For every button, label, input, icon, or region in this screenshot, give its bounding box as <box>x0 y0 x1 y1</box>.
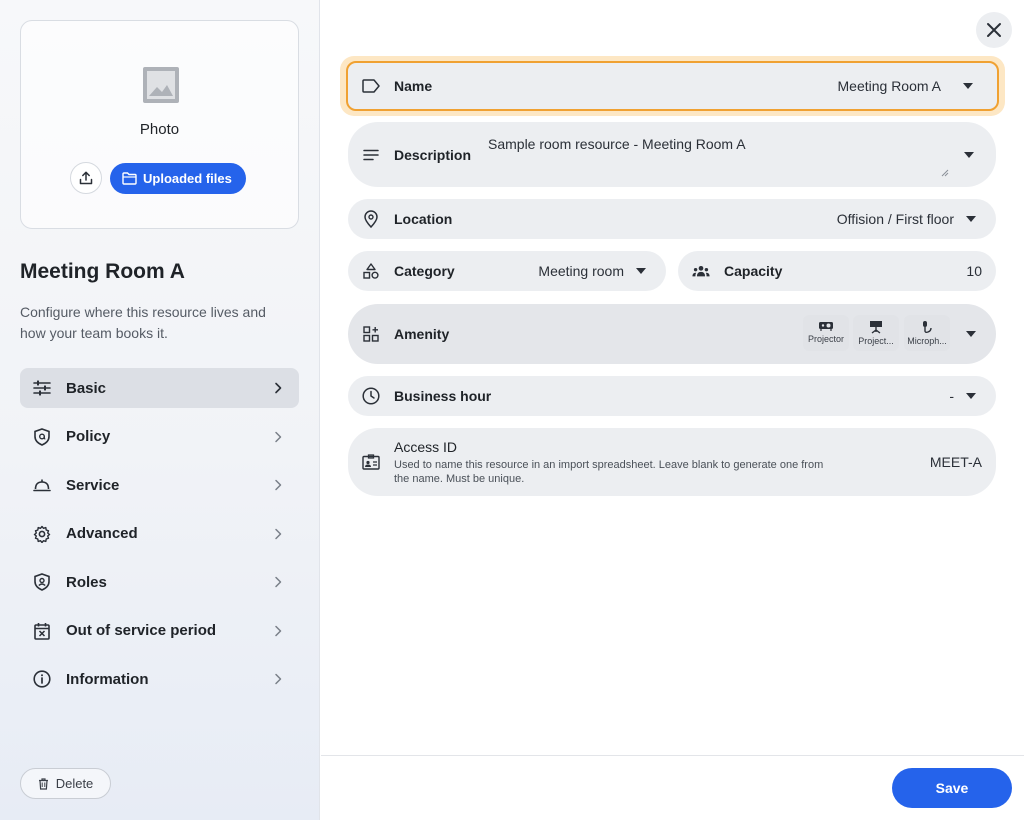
text-lines-icon <box>362 146 380 164</box>
resource-description: Configure where this resource lives and … <box>20 304 266 341</box>
sidebar-item-basic[interactable]: Basic <box>20 368 299 408</box>
uploaded-files-label: Uploaded files <box>143 171 232 186</box>
amenity-chip-projector[interactable]: Projector <box>803 315 849 351</box>
calendar-x-icon <box>32 621 52 641</box>
name-value: Meeting Room A <box>837 78 942 94</box>
shield-user-icon <box>32 572 52 592</box>
sidebar-item-information[interactable]: Information <box>20 659 299 699</box>
upload-button[interactable] <box>70 162 102 194</box>
business-hour-field[interactable]: Business hour - <box>348 376 996 416</box>
amenity-chip-label: Project... <box>858 336 894 346</box>
sidebar-item-label: Service <box>66 476 120 494</box>
grid-plus-icon <box>362 325 380 343</box>
photo-label: Photo <box>139 121 180 138</box>
category-value: Meeting room <box>538 263 624 279</box>
clock-icon <box>362 387 380 405</box>
caret-down-icon <box>966 216 976 222</box>
location-label: Location <box>394 211 453 227</box>
chevron-right-icon <box>275 576 282 588</box>
delete-label: Delete <box>55 776 94 791</box>
caret-down-icon <box>966 331 976 337</box>
bell-service-icon <box>32 475 52 495</box>
capacity-label: Capacity <box>724 263 783 279</box>
people-icon <box>692 262 710 280</box>
footer-divider <box>321 755 1024 756</box>
sidebar-item-service[interactable]: Service <box>20 465 299 505</box>
category-field[interactable]: Category Meeting room <box>348 251 666 291</box>
access-id-help: Used to name this resource in an import … <box>394 459 824 485</box>
resource-title: Meeting Room A <box>20 260 185 283</box>
sidebar-item-label: Information <box>66 670 149 688</box>
sliders-icon <box>32 378 52 398</box>
access-id-value[interactable]: MEET-A <box>930 454 982 470</box>
business-hour-label: Business hour <box>394 388 492 404</box>
folder-icon <box>122 172 137 185</box>
description-field[interactable]: Description Sample room resource - Meeti… <box>348 122 996 187</box>
description-label: Description <box>394 146 472 163</box>
location-value: Offision / First floor <box>836 211 954 227</box>
shapes-icon <box>362 262 380 280</box>
amenity-chip-label: Microph... <box>907 336 947 346</box>
info-icon <box>32 669 52 689</box>
chevron-right-icon <box>275 382 282 394</box>
chevron-right-icon <box>275 625 282 636</box>
close-icon <box>987 23 1001 37</box>
name-label: Name <box>394 78 433 94</box>
sidebar-item-label: Advanced <box>66 525 138 542</box>
location-field[interactable]: Location Offision / First floor <box>348 199 996 239</box>
sidebar-nav: Basic Policy Service Advanced Roles Out … <box>20 368 299 708</box>
business-hour-value: - <box>949 388 954 404</box>
capacity-field[interactable]: Capacity 10 <box>678 251 996 291</box>
amenity-label: Amenity <box>394 326 450 342</box>
image-placeholder-icon <box>143 67 179 103</box>
chevron-right-icon <box>275 528 282 539</box>
category-label: Category <box>394 263 455 279</box>
caret-down-icon <box>964 151 974 158</box>
sidebar-item-label: Roles <box>66 573 107 591</box>
sidebar-item-label: Policy <box>66 428 111 445</box>
resize-handle-icon[interactable] <box>941 169 949 177</box>
delete-button[interactable]: Delete <box>20 768 111 799</box>
caret-down-icon <box>966 393 976 399</box>
caret-down-icon <box>963 83 973 89</box>
description-value[interactable]: Sample room resource - Meeting Room A <box>488 136 746 152</box>
shield-at-icon <box>32 427 52 447</box>
gear-icon <box>32 524 52 544</box>
name-field[interactable]: Name Meeting Room A <box>346 61 999 111</box>
chevron-right-icon <box>275 431 282 442</box>
close-button[interactable] <box>976 12 1012 48</box>
microphone-icon <box>923 321 932 334</box>
capacity-value[interactable]: 10 <box>966 263 982 279</box>
photo-card: Photo Uploaded files <box>20 20 299 229</box>
access-id-field[interactable]: Access ID Used to name this resource in … <box>348 428 996 496</box>
sidebar-item-advanced[interactable]: Advanced <box>20 514 299 554</box>
sidebar-item-label: Out of service period <box>66 622 217 639</box>
chevron-right-icon <box>275 673 282 685</box>
amenity-chip-projector-screen[interactable]: Project... <box>853 315 899 351</box>
tag-icon <box>362 77 380 95</box>
id-badge-icon <box>362 453 380 471</box>
sidebar-item-out-of-service-period[interactable]: Out of service period <box>20 611 299 651</box>
caret-down-icon <box>636 268 646 274</box>
save-button[interactable]: Save <box>892 768 1012 808</box>
projector-icon <box>819 322 833 331</box>
projector-screen-icon <box>870 321 882 334</box>
location-pin-icon <box>362 210 380 228</box>
access-id-label: Access ID <box>394 439 458 455</box>
sidebar: Photo Uploaded files Meeting Room A Conf… <box>0 0 320 820</box>
sidebar-item-label: Basic <box>66 379 107 397</box>
trash-icon <box>38 777 48 790</box>
uploaded-files-button[interactable]: Uploaded files <box>110 163 246 194</box>
amenity-chip-microphone[interactable]: Microph... <box>904 315 950 351</box>
sidebar-item-policy[interactable]: Policy <box>20 417 299 457</box>
upload-icon <box>79 171 93 185</box>
amenity-chip-label: Projector <box>807 334 844 344</box>
sidebar-item-roles[interactable]: Roles <box>20 562 299 602</box>
chevron-right-icon <box>275 479 282 491</box>
